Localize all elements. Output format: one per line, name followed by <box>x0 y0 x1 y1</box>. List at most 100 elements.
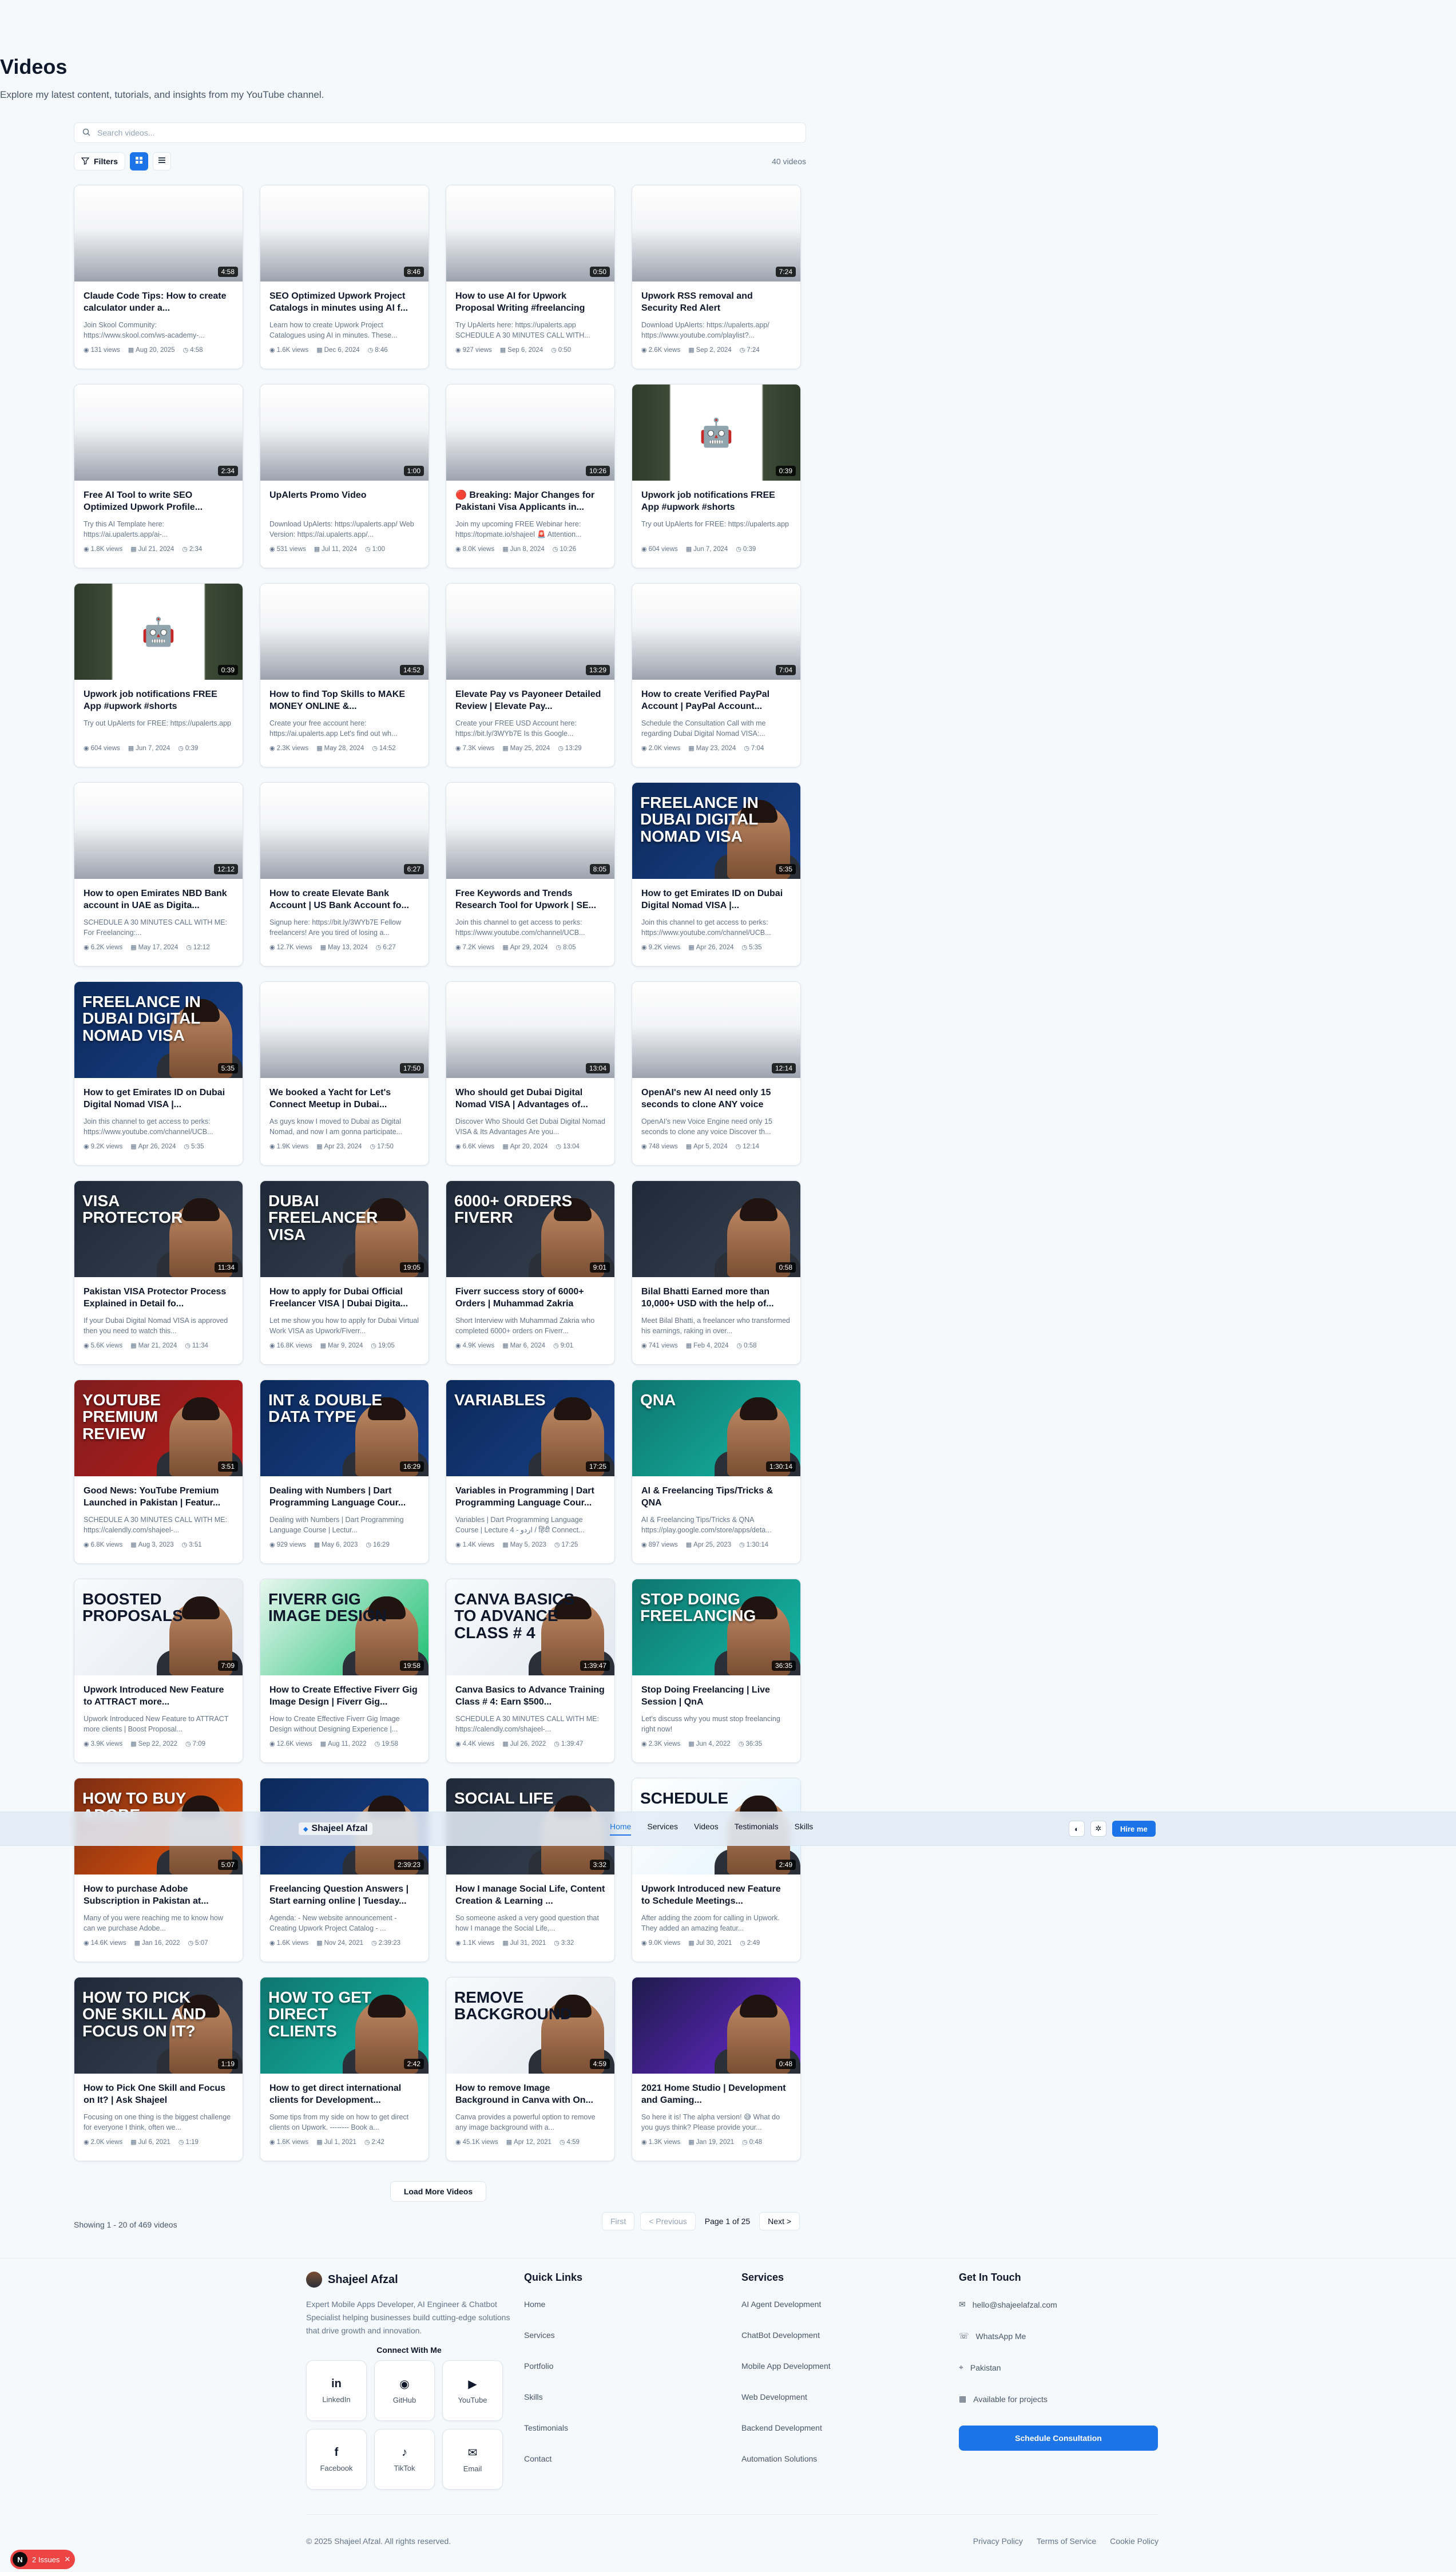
video-title[interactable]: Who should get Dubai Digital Nomad VISA … <box>455 1087 605 1111</box>
video-card[interactable]: 6:27 How to create Elevate Bank Account |… <box>260 782 429 966</box>
service-link-chatbot[interactable]: ChatBot Development <box>741 2331 831 2340</box>
email-link[interactable]: ✉ Email <box>442 2429 503 2490</box>
video-title[interactable]: How to Pick One Skill and Focus on It? |… <box>84 2083 233 2107</box>
grid-view-button[interactable] <box>130 152 149 171</box>
video-thumbnail[interactable]: 4:58 <box>74 185 243 282</box>
video-title[interactable]: Pakistan VISA Protector Process Explaine… <box>84 1286 233 1310</box>
video-thumbnail[interactable]: VARIABLES 17:25 <box>446 1380 614 1476</box>
previous-page-button[interactable]: < Previous <box>640 2212 696 2230</box>
video-thumbnail[interactable]: 12:12 <box>74 783 243 879</box>
footer-link-contact[interactable]: Contact <box>524 2454 582 2463</box>
video-title[interactable]: How to apply for Dubai Official Freelanc… <box>269 1286 419 1310</box>
contact-email[interactable]: ✉ hello@shajeelafzal.com <box>959 2300 1158 2309</box>
footer-link-skills[interactable]: Skills <box>524 2392 582 2401</box>
video-card[interactable]: Freelance in DUBAI Digital Nomad VISA 5:3… <box>74 981 243 1166</box>
footer-link-home[interactable]: Home <box>524 2300 582 2309</box>
video-title[interactable]: How to purchase Adobe Subscription in Pa… <box>84 1884 233 1908</box>
video-card[interactable]: BOOSTED PROPOSALS 7:09 Upwork Introduced N… <box>74 1579 243 1763</box>
video-card[interactable]: 10:26 🔴 Breaking: Major Changes for Pakis… <box>446 384 615 568</box>
video-thumbnail[interactable]: 6000+ Orders fiverr 9:01 <box>446 1181 614 1277</box>
video-title[interactable]: SEO Optimized Upwork Project Catalogs in… <box>269 291 419 315</box>
video-thumbnail[interactable]: fiverr GIG IMAGE DESIGN 19:58 <box>260 1579 429 1675</box>
filters-button[interactable]: Filters <box>74 152 126 171</box>
video-title[interactable]: How to remove Image Background in Canva … <box>455 2083 605 2107</box>
video-title[interactable]: OpenAI's new AI need only 15 seconds to … <box>641 1087 791 1111</box>
theme-toggle-button[interactable]: ◐ <box>1069 1821 1085 1837</box>
video-card[interactable]: 2:39:23 Freelancing Question Answers | St… <box>260 1778 429 1962</box>
video-card[interactable]: 12:12 How to open Emirates NBD Bank accou… <box>74 782 243 966</box>
service-link-ai-agent[interactable]: AI Agent Development <box>741 2300 831 2309</box>
schedule-consultation-button[interactable]: Schedule Consultation <box>959 2426 1158 2451</box>
video-card[interactable]: INT & DOUBLE DATA TYPE 16:29 Dealing with … <box>260 1380 429 1564</box>
video-title[interactable]: How to get Emirates ID on Dubai Digital … <box>641 888 791 912</box>
video-thumbnail[interactable]: 14:52 <box>260 584 429 680</box>
video-card[interactable]: HOW TO BUY ADOBE5:07How to purchase Adob… <box>74 1778 243 1962</box>
video-title[interactable]: How to create Elevate Bank Account | US … <box>269 888 419 912</box>
video-title[interactable]: How to use AI for Upwork Proposal Writin… <box>455 291 605 315</box>
video-title[interactable]: 🔴 Breaking: Major Changes for Pakistani … <box>455 490 605 514</box>
video-card[interactable]: 8:46 SEO Optimized Upwork Project Catalog… <box>260 185 429 369</box>
video-card[interactable]: 2:34 Free AI Tool to write SEO Optimized … <box>74 384 243 568</box>
video-title[interactable]: We booked a Yacht for Let's Connect Meet… <box>269 1087 419 1111</box>
video-thumbnail[interactable]: Freelance in DUBAI Digital Nomad VISA 5:3… <box>74 982 243 1078</box>
video-card[interactable]: 0:48 2021 Home Studio | Development and G… <box>632 1977 801 2161</box>
video-thumbnail[interactable]: YOUTUBE PREMIUM REVIEW 3:51 <box>74 1380 243 1476</box>
cookie-policy-link[interactable]: Cookie Policy <box>1110 2537 1159 2546</box>
video-card[interactable]: 6000+ Orders fiverr 9:01 Fiverr success st… <box>446 1180 615 1365</box>
tiktok-link[interactable]: ♪ TikTok <box>374 2429 435 2490</box>
video-title[interactable]: Freelancing Question Answers | Start ear… <box>269 1884 419 1908</box>
video-card[interactable]: 13:04 Who should get Dubai Digital Nomad … <box>446 981 615 1166</box>
video-thumbnail[interactable]: 8:46 <box>260 185 429 282</box>
nav-testimonials[interactable]: Testimonials <box>735 1822 779 1836</box>
video-card[interactable]: 🤖 0:39 Upwork job notifications FREE App #… <box>632 384 801 568</box>
video-thumbnail[interactable]: 0:50 <box>446 185 614 282</box>
video-thumbnail[interactable]: Freelance in DUBAI Digital Nomad VISA 5:3… <box>632 783 800 879</box>
nav-skills[interactable]: Skills <box>795 1822 814 1836</box>
video-card[interactable]: 0:58 Bilal Bhatti Earned more than 10,000… <box>632 1180 801 1365</box>
video-thumbnail[interactable]: 1:00 <box>260 385 429 481</box>
service-link-web[interactable]: Web Development <box>741 2392 831 2401</box>
list-view-button[interactable] <box>153 152 172 171</box>
video-title[interactable]: Canva Basics to Advance Training Class #… <box>455 1685 605 1709</box>
video-title[interactable]: How I manage Social Life, Content Creati… <box>455 1884 605 1908</box>
video-title[interactable]: Claude Code Tips: How to create calculat… <box>84 291 233 315</box>
video-thumbnail[interactable]: How to Pick One Skill and Focus on it? 1:… <box>74 1977 243 2074</box>
video-card[interactable]: 13:29 Elevate Pay vs Payoneer Detailed Re… <box>446 583 615 767</box>
video-title[interactable]: AI & Freelancing Tips/Tricks & QNA <box>641 1485 791 1509</box>
video-thumbnail[interactable]: HOW TO GET DIRECT CLIENTS 2:42 <box>260 1977 429 2074</box>
video-thumbnail[interactable]: INT & DOUBLE DATA TYPE 16:29 <box>260 1380 429 1476</box>
service-link-automation[interactable]: Automation Solutions <box>741 2454 831 2463</box>
video-title[interactable]: Upwork Introduced new Feature to Schedul… <box>641 1884 791 1908</box>
video-title[interactable]: 2021 Home Studio | Development and Gamin… <box>641 2083 791 2107</box>
video-thumbnail[interactable]: 🤖 0:39 <box>74 584 243 680</box>
privacy-policy-link[interactable]: Privacy Policy <box>973 2537 1023 2546</box>
service-link-backend[interactable]: Backend Development <box>741 2423 831 2432</box>
video-thumbnail[interactable]: 10:26 <box>446 385 614 481</box>
video-card[interactable]: How to Pick One Skill and Focus on it? 1:… <box>74 1977 243 2161</box>
hire-me-button[interactable]: Hire me <box>1112 1821 1156 1837</box>
settings-button[interactable]: ✲ <box>1090 1821 1106 1837</box>
video-card[interactable]: 1:00 UpAlerts Promo Video Download UpAlert… <box>260 384 429 568</box>
search-input[interactable]: Search videos... <box>74 122 806 143</box>
video-thumbnail[interactable]: 13:29 <box>446 584 614 680</box>
nav-videos[interactable]: Videos <box>694 1822 719 1836</box>
video-thumbnail[interactable]: Dubai Freelancer VISA 19:05 <box>260 1181 429 1277</box>
video-thumbnail[interactable]: VISA Protector 11:34 <box>74 1181 243 1277</box>
video-card[interactable]: 0:50 How to use AI for Upwork Proposal Wr… <box>446 185 615 369</box>
video-title[interactable]: Free AI Tool to write SEO Optimized Upwo… <box>84 490 233 514</box>
video-title[interactable]: Fiverr success story of 6000+ Orders | M… <box>455 1286 605 1310</box>
video-thumbnail[interactable]: 0:48 <box>632 1977 800 2074</box>
github-link[interactable]: ◉ GitHub <box>374 2360 435 2422</box>
video-card[interactable]: QNA 1:30:14 AI & Freelancing Tips/Tricks &… <box>632 1380 801 1564</box>
video-thumbnail[interactable]: 🤖 0:39 <box>632 385 800 481</box>
video-card[interactable]: 14:52 How to find Top Skills to MAKE MONE… <box>260 583 429 767</box>
video-title[interactable]: UpAlerts Promo Video <box>269 490 419 514</box>
video-card[interactable]: VARIABLES 17:25 Variables in Programming |… <box>446 1380 615 1564</box>
linkedin-link[interactable]: in LinkedIn <box>306 2360 367 2422</box>
service-link-mobile[interactable]: Mobile App Development <box>741 2361 831 2371</box>
video-title[interactable]: Upwork RSS removal and Security Red Aler… <box>641 291 791 315</box>
video-card[interactable]: fiverr GIG IMAGE DESIGN 19:58 How to Creat… <box>260 1579 429 1763</box>
video-title[interactable]: Elevate Pay vs Payoneer Detailed Review … <box>455 689 605 713</box>
video-title[interactable]: How to create Verified PayPal Account | … <box>641 689 791 713</box>
video-card[interactable]: VISA Protector 11:34 Pakistan VISA Protect… <box>74 1180 243 1365</box>
